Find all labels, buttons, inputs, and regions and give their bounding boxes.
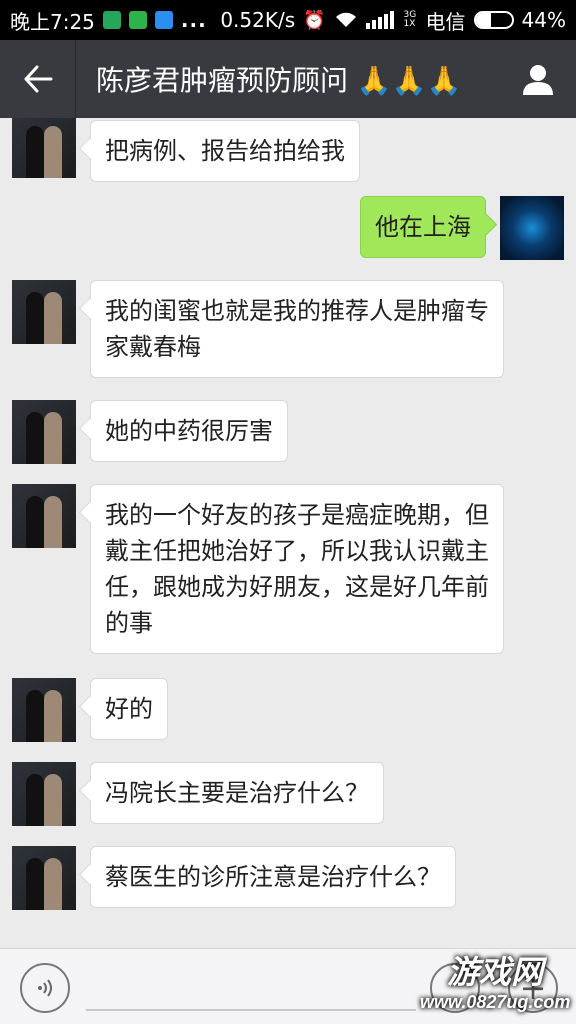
self-avatar[interactable] bbox=[500, 196, 564, 260]
network-type: 3G 1X bbox=[403, 10, 417, 29]
battery-level-fill bbox=[475, 13, 492, 27]
app-notification-icon bbox=[128, 11, 147, 29]
status-time: 晚上7:25 bbox=[10, 9, 95, 34]
contact-avatar[interactable] bbox=[12, 280, 76, 344]
chat-info-button[interactable] bbox=[500, 40, 576, 118]
contact-avatar[interactable] bbox=[12, 118, 76, 178]
message-bubble[interactable]: 蔡医生的诊所注意是治疗什么？ bbox=[90, 846, 456, 908]
message-row: 她的中药很厉害 bbox=[12, 400, 288, 464]
battery-percent: 44% bbox=[521, 8, 566, 32]
message-bubble[interactable]: 冯院长主要是治疗什么？ bbox=[90, 762, 384, 824]
message-row: 冯院长主要是治疗什么？ bbox=[12, 762, 384, 826]
status-left: 晚上7:25 ... bbox=[10, 6, 207, 35]
message-bubble[interactable]: 把病例、报告给拍给我 bbox=[90, 120, 360, 182]
alarm-clock-icon: ⏰ bbox=[303, 9, 326, 31]
carrier-name: 电信 bbox=[425, 9, 466, 34]
contact-avatar[interactable] bbox=[12, 678, 76, 742]
message-bubble[interactable]: 好的 bbox=[90, 678, 168, 740]
security-shield-icon bbox=[102, 11, 121, 29]
contact-avatar[interactable] bbox=[12, 846, 76, 910]
message-row-self: 他在上海 bbox=[360, 196, 564, 260]
contact-avatar[interactable] bbox=[12, 484, 76, 548]
battery-icon bbox=[473, 11, 514, 29]
status-right: 0.52K/s ⏰ 3G 1X 电信 44% bbox=[220, 6, 566, 35]
back-arrow-icon bbox=[24, 65, 52, 93]
watermark-url: www.0827ug.com bbox=[420, 992, 571, 1012]
more-notifications-icon: ... bbox=[180, 8, 207, 32]
status-bar: 晚上7:25 ... 0.52K/s ⏰ 3G 1X 电信 44% bbox=[0, 0, 576, 40]
message-row: 我的一个好友的孩子是癌症晚期，但戴主任把她治好了，所以我认识戴主任，跟她成为好朋… bbox=[12, 484, 504, 654]
message-bubble[interactable]: 她的中药很厉害 bbox=[90, 400, 288, 462]
message-row: 我的闺蜜也就是我的推荐人是肿瘤专家戴春梅 bbox=[12, 280, 504, 378]
message-row: 蔡医生的诊所注意是治疗什么？ bbox=[12, 846, 456, 910]
message-bubble-self[interactable]: 他在上海 bbox=[360, 196, 486, 258]
contact-avatar[interactable] bbox=[12, 762, 76, 826]
chat-title: 陈彦君肿瘤预防顾问 🙏🙏🙏 bbox=[96, 64, 462, 97]
voice-input-button[interactable] bbox=[20, 963, 70, 1013]
watermark-main: 游戏网 bbox=[446, 954, 543, 990]
wifi-icon bbox=[335, 12, 356, 27]
browser-notification-icon bbox=[154, 11, 173, 29]
network-speed: 0.52K/s bbox=[220, 8, 296, 32]
person-icon bbox=[523, 65, 553, 95]
contact-avatar[interactable] bbox=[12, 400, 76, 464]
back-button[interactable] bbox=[0, 40, 76, 118]
message-bubble[interactable]: 我的闺蜜也就是我的推荐人是肿瘤专家戴春梅 bbox=[90, 280, 504, 378]
message-row: 把病例、报告给拍给我 bbox=[12, 118, 360, 182]
message-input[interactable] bbox=[86, 1009, 416, 1011]
message-row: 好的 bbox=[12, 678, 168, 742]
voice-icon bbox=[38, 979, 52, 997]
chat-header: 陈彦君肿瘤预防顾问 🙏🙏🙏 bbox=[0, 40, 576, 118]
message-bubble[interactable]: 我的一个好友的孩子是癌症晚期，但戴主任把她治好了，所以我认识戴主任，跟她成为好朋… bbox=[90, 484, 504, 654]
signal-strength-icon bbox=[365, 11, 394, 29]
site-watermark: 游戏网 www.0827ug.com bbox=[420, 952, 570, 1018]
message-list[interactable]: 把病例、报告给拍给我 他在上海 我的闺蜜也就是我的推荐人是肿瘤专家戴春梅 她的中… bbox=[0, 118, 576, 948]
